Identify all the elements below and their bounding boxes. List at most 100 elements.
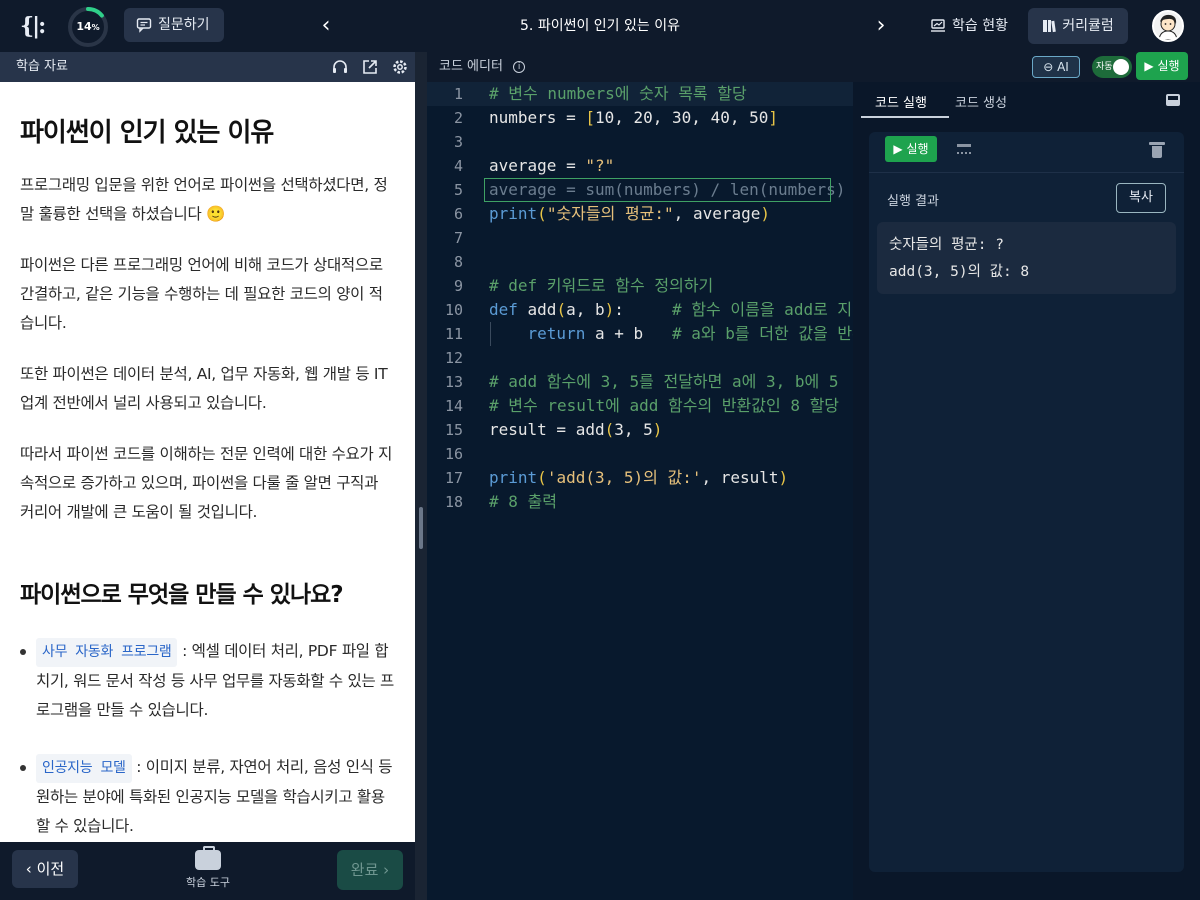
ai-label: AI [1057,60,1069,74]
line-number: 12 [444,349,463,367]
chevron-left-icon: ‹ [25,860,37,878]
progress-indicator: 14% [67,6,109,48]
divider [869,172,1184,173]
code-line[interactable]: 12 [427,346,853,370]
toolbox-icon [195,846,221,870]
run-code-label: 실행 [906,142,929,156]
code-token: def [489,300,518,319]
ai-assist-button[interactable]: ⊖ AI [1032,56,1080,78]
learning-status-button[interactable]: 학습 현황 [930,12,1008,40]
code-editor[interactable]: 1 # 변수 numbers에 숫자 목록 할당 2 numbers = [10, 2… [427,82,853,900]
tab-code-run[interactable]: 코드 실행 [875,92,927,111]
code-token: a, b [566,300,605,319]
info-icon[interactable]: i [513,60,526,73]
gear-icon[interactable] [391,58,409,76]
run-panel: 코드 실행 코드 생성 ▶ 실행 실행 결과 복사 숫자들의 평균: ? add(… [853,82,1200,900]
curriculum-button[interactable]: 커리큘럼 [1028,8,1128,44]
auto-toggle[interactable]: 자동 [1092,56,1132,78]
line-number: 10 [444,301,463,319]
chevron-right-icon: › [378,861,390,879]
code-text: print('add(3, 5)의 값:', result) [489,466,788,490]
code-token: , average [673,204,761,223]
code-token: ) [604,300,615,319]
code-token: add [517,300,557,319]
code-token: # add 함수에 3, 5를 전달하면 a에 3, b에 5 [489,372,839,391]
tab-code-generate[interactable]: 코드 생성 [955,92,1007,111]
complete-button[interactable]: 완료 › [337,850,403,890]
code-text: def add(a, b): # 함수 이름을 add로 지정 [489,298,853,322]
code-token: # 변수 numbers에 숫자 목록 할당 [489,84,747,103]
code-line[interactable]: 14 # 변수 result에 add 함수의 반환값인 8 할당 [427,394,853,418]
keyboard-icon[interactable] [957,144,971,154]
auto-toggle-label: 자동 [1096,62,1113,72]
code-line[interactable]: 18 # 8 출력 [427,490,853,514]
logo-icon[interactable]: {|: [20,10,54,42]
result-label: 실행 결과 [887,194,939,209]
line-number: 8 [453,253,463,271]
learning-status-label: 학습 현황 [952,18,1008,34]
line-number: 2 [453,109,463,127]
learning-footer: ‹ 이전 학습 도구 완료 › [0,842,415,900]
code-line[interactable]: 1 # 변수 numbers에 숫자 목록 할당 [427,82,853,106]
lesson-title: 5. 파이썬이 인기 있는 이유 [520,18,680,34]
list-item: 인공지능 모델 : 이미지 분류, 자연어 처리, 음성 인식 등 원하는 분야… [20,753,395,841]
code-token: ( [537,468,547,487]
line-number: 4 [453,157,463,175]
run-code-button[interactable]: ▶ 실행 [885,136,937,162]
paragraph: 따라서 파이썬 코드를 이해하는 전문 인력에 대한 수요가 지속적으로 증가하… [20,445,393,521]
code-editor-title: 코드 에디터 [439,59,503,74]
run-card: ▶ 실행 실행 결과 복사 숫자들의 평균: ? add(3, 5)의 값: 8 [869,132,1184,872]
code-token: ) [760,204,771,223]
robot-icon: ⊖ [1043,60,1058,74]
code-token: print [489,468,538,487]
code-line[interactable]: 17 print('add(3, 5)의 값:', result) [427,466,853,490]
code-line[interactable]: 10 def add(a, b): # 함수 이름을 add로 지정 [427,298,853,322]
code-line[interactable]: 3 [427,130,853,154]
previous-button[interactable]: ‹ 이전 [12,850,78,888]
run-button[interactable]: ▶ 실행 [1136,52,1188,80]
code-line[interactable]: 16 [427,442,853,466]
top-bar: {|: 14% 질문하기 ‹ 5. 파이썬이 인기 있는 이유 › 학습 현황 … [0,0,1200,52]
inline-code-tag: 사무 자동화 프로그램 [36,638,178,667]
run-label: 실행 [1157,59,1180,73]
code-token: # 변수 result에 add 함수의 반환값인 8 할당 [489,396,840,415]
code-token: "숫자들의 평균:" [546,204,674,223]
code-line[interactable]: 8 [427,250,853,274]
ai-suggestion-box[interactable] [484,178,831,202]
code-line[interactable]: 2 numbers = [10, 20, 30, 40, 50] [427,106,853,130]
chart-icon [931,19,945,32]
learning-tools-button[interactable]: 학습 도구 [180,846,236,890]
ask-question-button[interactable]: 질문하기 [124,8,224,42]
avatar[interactable] [1152,10,1184,42]
line-number: 18 [444,493,463,511]
article-title: 파이썬이 인기 있는 이유 [20,118,274,148]
code-token: # 8 출력 [489,492,557,511]
chevron-right-icon[interactable]: › [869,12,893,40]
chevron-left-icon[interactable]: ‹ [314,12,338,40]
inline-code-tag: 인공지능 모델 [36,754,132,783]
code-line[interactable]: 15 result = add(3, 5) [427,418,853,442]
panel-toggle-icon[interactable] [1166,94,1180,106]
panel-resize-divider[interactable] [415,52,427,900]
resize-handle[interactable] [419,507,423,549]
book-icon [1043,20,1057,33]
code-line[interactable]: 13 # add 함수에 3, 5를 전달하면 a에 3, b에 5 [427,370,853,394]
trash-icon[interactable] [1149,142,1165,158]
line-number: 1 [453,85,463,103]
code-line[interactable]: 4 average = "?" [427,154,853,178]
code-text: result = add(3, 5) [489,418,662,442]
headphones-icon[interactable] [331,58,349,76]
line-number: 5 [453,181,463,199]
line-number: 9 [453,277,463,295]
copy-button[interactable]: 복사 [1116,183,1166,213]
code-line[interactable]: 7 [427,226,853,250]
paragraph: 파이썬은 다른 프로그래밍 언어에 비해 코드가 상대적으로 간결하고, 같은 … [20,256,383,332]
code-token: ) [652,420,663,439]
code-token: , result [701,468,779,487]
code-text: average = "?" [489,154,614,178]
user-avatar-icon [1158,14,1178,40]
chat-icon [136,18,152,33]
code-line[interactable]: 9 # def 키워드로 함수 정의하기 [427,274,853,298]
code-line[interactable]: 6 print("숫자들의 평균:", average) [427,202,853,226]
external-link-icon[interactable] [361,58,379,76]
